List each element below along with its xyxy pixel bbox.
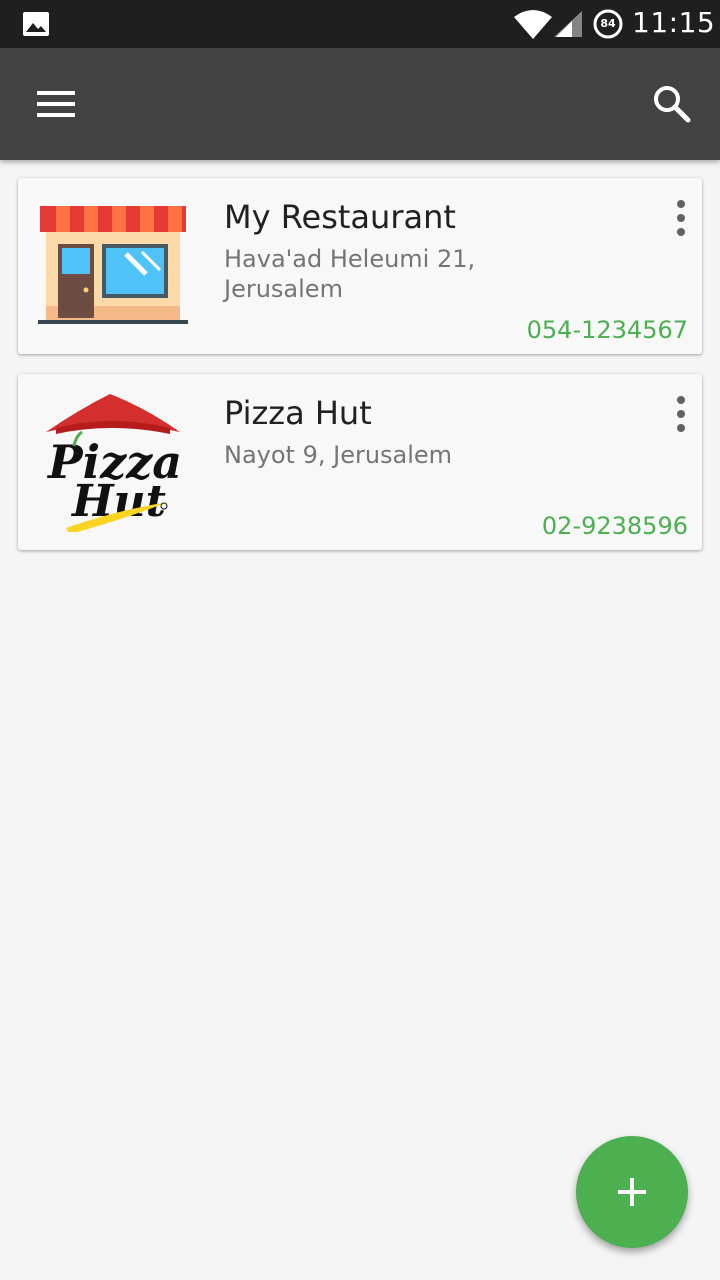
signal-icon [554,11,582,37]
restaurant-name: Pizza Hut [224,394,372,432]
storefront-icon [38,206,188,324]
restaurant-name: My Restaurant [224,198,456,236]
more-options-icon[interactable] [670,196,692,240]
restaurant-phone[interactable]: 02-9238596 [542,512,688,540]
image-notification-icon [23,12,49,36]
restaurant-phone[interactable]: 054-1234567 [527,316,688,344]
app-bar [0,48,720,160]
search-button[interactable] [644,76,700,132]
clock: 11:15 [632,6,716,39]
status-bar: 84 11:15 [0,0,720,48]
battery-level: 84 [600,17,616,30]
restaurant-address: Hava'ad Heleumi 21, Jerusalem [224,245,476,303]
more-options-icon[interactable] [670,392,692,436]
menu-button[interactable] [24,78,88,130]
search-icon [654,86,691,123]
menu-icon [37,91,75,117]
restaurant-address: Nayot 9, Jerusalem [224,441,453,469]
restaurant-card[interactable]: My Restaurant Hava'ad Heleumi 21, Jerusa… [18,178,702,354]
wifi-icon [514,10,552,39]
add-restaurant-button[interactable] [576,1136,688,1248]
pizza-hut-logo: Pizza Hut [46,394,182,532]
battery-icon: 84 [592,8,624,40]
plus-icon [618,1178,646,1206]
restaurant-card[interactable]: Pizza Hut Pizza Hut Nayot 9, Jerusalem 0… [18,374,702,550]
